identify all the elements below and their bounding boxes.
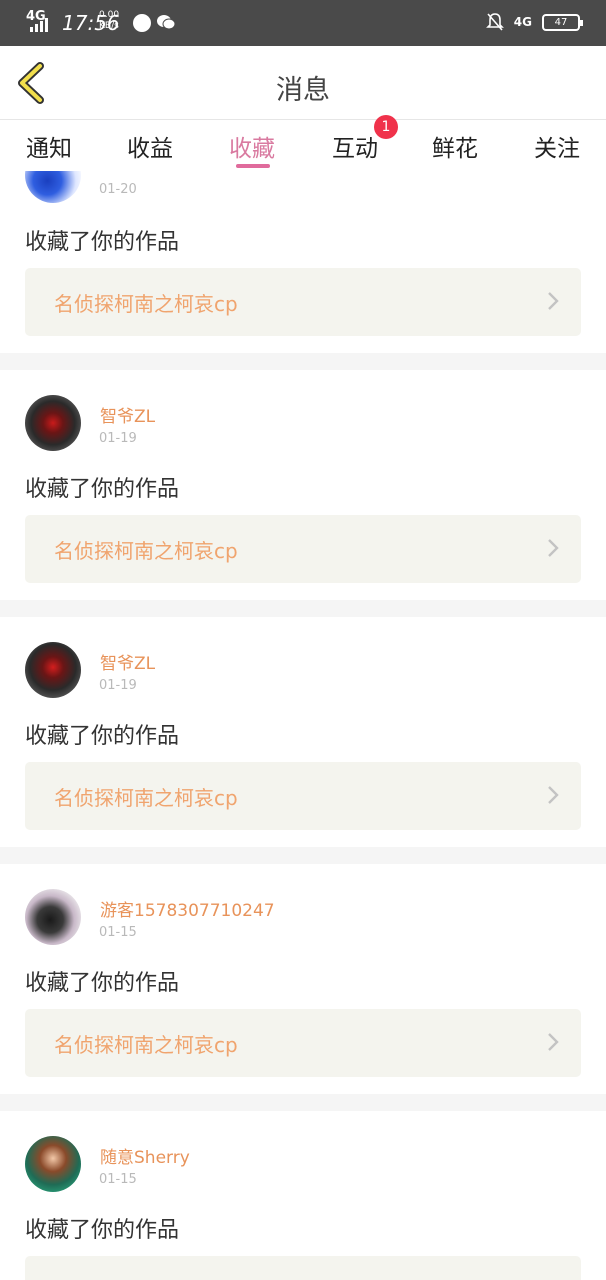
username[interactable]: 随意Sherry <box>100 1143 190 1168</box>
list-item: 游客1578307710247 01-15 收藏了你的作品 名侦探柯南之柯哀cp <box>0 864 606 1094</box>
list-item: 随意Sherry 01-15 收藏了你的作品 <box>0 1111 606 1280</box>
tab-active-indicator <box>236 164 270 168</box>
item-action: 收藏了你的作品 <box>25 230 180 255</box>
list-item: 01-20 收藏了你的作品 名侦探柯南之柯哀cp <box>0 171 606 354</box>
item-time: 01-20 <box>99 182 137 197</box>
avatar[interactable] <box>25 889 81 945</box>
work-link[interactable]: 名侦探柯南之柯哀cp <box>25 762 581 830</box>
avatar[interactable] <box>25 1136 81 1192</box>
page-title: 消息 <box>276 75 330 106</box>
tab-bar: 通知 收益 收藏 互动 鲜花 关注 <box>0 121 606 171</box>
wechat-icon <box>157 15 176 30</box>
work-title: 名侦探柯南之柯哀cp <box>54 292 238 316</box>
work-title: 名侦探柯南之柯哀cp <box>54 1033 238 1057</box>
username[interactable]: 游客1578307710247 <box>100 896 275 921</box>
item-action: 收藏了你的作品 <box>25 1218 180 1243</box>
message-feed: 01-20 收藏了你的作品 名侦探柯南之柯哀cp 智爷ZL 01-19 收藏了你… <box>0 171 606 1280</box>
username[interactable]: 智爷ZL <box>100 402 155 427</box>
battery-icon: 47 <box>542 13 583 31</box>
tab-following[interactable]: 关注 <box>522 129 592 163</box>
network-speed: 0.00 KB/s <box>99 10 120 31</box>
work-link[interactable]: 名侦探柯南之柯哀cp <box>25 268 581 336</box>
avatar[interactable] <box>25 171 81 203</box>
interactions-badge: 1 <box>374 115 398 139</box>
username[interactable]: 智爷ZL <box>100 649 155 674</box>
work-title: 名侦探柯南之柯哀cp <box>54 786 238 810</box>
item-time: 01-15 <box>99 1172 137 1187</box>
work-link[interactable]: 名侦探柯南之柯哀cp <box>25 1009 581 1077</box>
status-right: 4G 47 <box>485 12 583 32</box>
work-title: 名侦探柯南之柯哀cp <box>54 539 238 563</box>
chevron-right-icon <box>548 539 559 557</box>
right-network-indicator: 4G <box>513 15 532 29</box>
chevron-right-icon <box>548 786 559 804</box>
work-link[interactable]: 名侦探柯南之柯哀cp <box>25 515 581 583</box>
bell-muted-icon <box>485 13 504 31</box>
divider <box>0 847 606 864</box>
tab-earnings[interactable]: 收益 <box>115 129 185 163</box>
item-time: 01-19 <box>99 678 137 693</box>
tab-flowers[interactable]: 鲜花 <box>420 129 490 163</box>
item-action: 收藏了你的作品 <box>25 971 180 996</box>
avatar[interactable] <box>25 395 81 451</box>
divider <box>0 600 606 617</box>
tab-notifications[interactable]: 通知 <box>14 129 84 163</box>
item-time: 01-15 <box>99 925 137 940</box>
list-item: 智爷ZL 01-19 收藏了你的作品 名侦探柯南之柯哀cp <box>0 617 606 847</box>
item-time: 01-19 <box>99 431 137 446</box>
divider <box>0 1094 606 1111</box>
app-header: 消息 <box>0 46 606 120</box>
chevron-right-icon <box>548 1033 559 1051</box>
item-action: 收藏了你的作品 <box>25 477 180 502</box>
divider <box>0 353 606 370</box>
work-link[interactable] <box>25 1256 581 1280</box>
chevron-right-icon <box>548 292 559 310</box>
signal-icon <box>30 14 48 32</box>
item-action: 收藏了你的作品 <box>25 724 180 749</box>
status-bar: 4G 17:56 0.00 KB/s 4G 47 <box>0 0 606 46</box>
tab-favorites[interactable]: 收藏 <box>217 129 287 163</box>
browser-app-icon <box>133 14 151 32</box>
list-item: 智爷ZL 01-19 收藏了你的作品 名侦探柯南之柯哀cp <box>0 370 606 600</box>
avatar[interactable] <box>25 642 81 698</box>
